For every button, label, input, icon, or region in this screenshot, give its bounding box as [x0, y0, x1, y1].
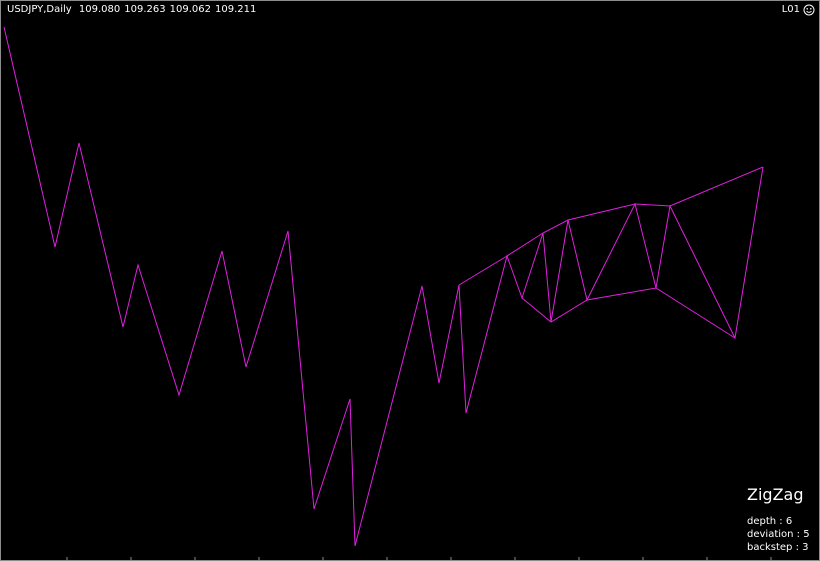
param-deviation: deviation : 5: [747, 529, 810, 540]
param-depth: depth : 6: [747, 516, 793, 527]
param-backstep: backstep : 3: [747, 542, 809, 553]
zigzag-lower-envelope: [521, 287, 736, 339]
zigzag-upper-envelope: [458, 166, 764, 286]
zigzag-main-line: [3, 26, 764, 547]
chart-window[interactable]: USDJPY,Daily 109.080 109.263 109.062 109.21…: [0, 0, 820, 561]
zigzag-plot: [3, 26, 764, 547]
time-axis-ticks: [66, 557, 772, 560]
indicator-name: ZigZag: [747, 485, 804, 504]
